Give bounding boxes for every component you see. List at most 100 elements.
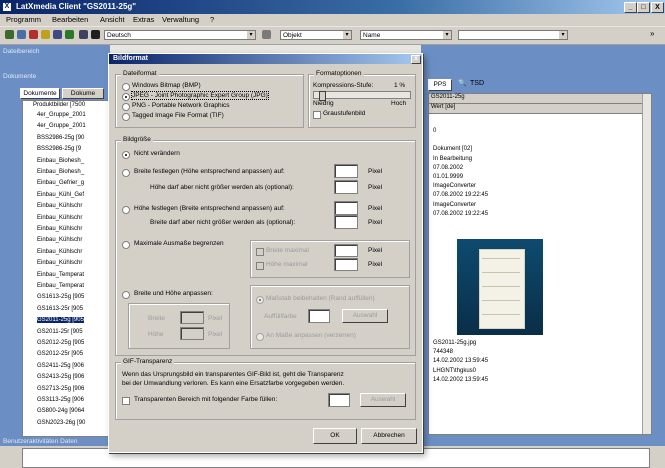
tree-item[interactable]: GS2011-25r [905 — [37, 329, 83, 335]
tree-item[interactable]: BSS2986-25g [9 — [37, 146, 81, 152]
transparent-color-field[interactable] — [328, 393, 350, 407]
image-icon[interactable] — [65, 30, 74, 39]
menu-help[interactable]: ? — [210, 15, 214, 24]
breite-maximal-checkbox[interactable] — [256, 248, 264, 256]
radio-breite-hoehe-anpassen[interactable] — [122, 291, 130, 299]
radio-bmp[interactable] — [122, 83, 130, 91]
connect-icon[interactable] — [5, 30, 14, 39]
tree-item[interactable]: GS2413-25g [906 — [37, 374, 84, 380]
tree-item[interactable]: Einbau_Kühlschr — [37, 215, 82, 221]
transparent-checkbox[interactable] — [122, 397, 130, 405]
auffuellfarbe-field[interactable] — [308, 309, 330, 323]
label-hoehe-maximal: Höhe maximal — [266, 261, 308, 268]
menu-ansicht[interactable]: Ansicht — [100, 15, 125, 24]
tree-item[interactable]: Einbau_Kühlschr — [37, 260, 82, 266]
kompression-slider[interactable] — [313, 91, 411, 101]
tree-root[interactable]: Produktbilder [7500 — [33, 102, 85, 108]
window-title: LatXmedia Client "GS2011-25g" — [16, 2, 137, 11]
tree-item[interactable]: GS1613-25r [905 — [37, 306, 83, 312]
pps-label: PPS — [433, 81, 447, 88]
tree-item[interactable]: GS2012-25r [905 — [37, 351, 83, 357]
anpassen-breite-field[interactable] — [180, 311, 204, 324]
breite-max-field[interactable] — [334, 215, 358, 229]
tree-item[interactable]: GS2011-25g [905 — [36, 316, 85, 325]
tree-item[interactable]: 4er_Gruppe_2001 — [37, 112, 86, 118]
name-select[interactable]: Name ▾ — [360, 30, 452, 40]
close-button[interactable]: X — [651, 2, 664, 13]
object-select[interactable]: Objekt ▾ — [280, 30, 352, 40]
refresh-icon[interactable] — [17, 30, 26, 39]
tree-item[interactable]: GSN2023-26g [90 — [37, 420, 85, 426]
menu-bearbeiten[interactable]: Bearbeiten — [52, 15, 88, 24]
breite-field[interactable] — [334, 164, 358, 178]
hoehe-max-field[interactable] — [334, 180, 358, 194]
kompression-value: 1 % — [394, 82, 406, 89]
search-select[interactable]: ▾ — [458, 30, 568, 40]
pixel-label-1: Pixel — [368, 168, 383, 175]
radio-an-masse[interactable] — [256, 333, 264, 341]
tree-item[interactable]: Einbau_Temperat — [37, 283, 84, 289]
label-nicht-veraendern: Nicht verändern — [134, 150, 180, 157]
document-tree[interactable]: Produktbilder [7500 4er_Gruppe_2001 4er_G… — [22, 100, 110, 437]
tree-item[interactable]: Einbau_Kühlschr — [37, 237, 82, 243]
radio-png[interactable] — [122, 103, 130, 111]
binoculars-icon[interactable] — [91, 30, 100, 39]
tree-item[interactable]: Einbau_Temperat — [37, 272, 84, 278]
anpassen-hoehe-field[interactable] — [180, 327, 204, 340]
language-select[interactable]: Deutsch ▾ — [104, 30, 256, 40]
breite-maximal-field[interactable] — [334, 244, 358, 257]
search-icon[interactable]: 🔍 — [458, 79, 467, 87]
tree-item[interactable]: 4er_Gruppe_2001 — [37, 123, 86, 129]
radio-breite-festlegen[interactable] — [122, 169, 130, 177]
hoehe-field[interactable] — [334, 201, 358, 215]
radio-max-ausmasse[interactable] — [122, 241, 130, 249]
minimize-button[interactable]: _ — [624, 2, 637, 13]
radio-jpeg[interactable] — [122, 93, 130, 101]
tree-item[interactable]: BSS2986-25g [90 — [37, 135, 84, 141]
tree-item[interactable]: GS800-24g [9064 — [37, 408, 84, 414]
grid-icon[interactable] — [79, 30, 88, 39]
tab-dokumente[interactable]: Dokumente — [20, 88, 60, 99]
menu-programm[interactable]: Programm — [6, 15, 41, 24]
save-icon[interactable] — [53, 30, 62, 39]
radio-massstab[interactable] — [256, 296, 264, 304]
toolbar-overflow-icon[interactable]: » — [650, 29, 654, 38]
tree-item[interactable]: GS2012-25g [905 — [37, 340, 84, 346]
tag-icon[interactable] — [41, 30, 50, 39]
tab-dokume[interactable]: Dokume — [62, 88, 104, 99]
tree-item[interactable]: GS3113-25g [906 — [37, 397, 84, 403]
tree-item[interactable]: GS2713-25g [906 — [37, 386, 84, 392]
abbrechen-button[interactable]: Abbrechen — [361, 428, 417, 444]
hoehe-maximal-field[interactable] — [334, 258, 358, 271]
maximize-button[interactable]: □ — [637, 2, 650, 13]
tree-item[interactable]: GS2411-25g [906 — [37, 363, 84, 369]
gif-text-1: Wenn das Ursprungsbild ein transparentes… — [122, 371, 344, 378]
app-icon: X — [3, 3, 11, 11]
tree-item[interactable]: Einbau_Kühlschr — [37, 249, 82, 255]
tree-item[interactable]: GS1613-25g [905 — [37, 294, 84, 300]
menu-extras[interactable]: Extras — [133, 15, 154, 24]
transparent-auswahl-button[interactable]: Auswahl — [360, 393, 406, 407]
tree-item[interactable]: Einbau_Biohesh_ — [37, 158, 84, 164]
label-tif: Tagged Image File Format (TIF) — [132, 112, 224, 119]
tree-item[interactable]: Einbau_Kühlschr — [37, 226, 82, 232]
property-pane: GS2011-25g Wert [de] 0 Dokument [02] In Be… — [428, 93, 652, 435]
hoehe-maximal-checkbox[interactable] — [256, 262, 264, 270]
radio-tif[interactable] — [122, 113, 130, 121]
scrollbar[interactable] — [642, 94, 651, 434]
graustufen-checkbox[interactable] — [313, 111, 321, 119]
dialog-close-button[interactable]: x — [411, 55, 421, 64]
pps-button[interactable]: PPS — [428, 79, 452, 91]
tree-item[interactable]: Einbau_Kühlschr — [37, 203, 82, 209]
tree-item[interactable]: Einbau_Gefrier_g — [37, 180, 84, 186]
cut-icon[interactable] — [29, 30, 38, 39]
filter-icon[interactable] — [262, 30, 271, 39]
ok-button[interactable]: OK — [313, 428, 357, 444]
tsd-label[interactable]: TSD — [470, 80, 484, 87]
menu-verwaltung[interactable]: Verwaltung — [162, 15, 199, 24]
auffuellfarbe-auswahl-button[interactable]: Auswahl — [342, 309, 388, 323]
tree-item[interactable]: Einbau_Kühl_Gef — [37, 192, 84, 198]
radio-hoehe-festlegen[interactable] — [122, 206, 130, 214]
tree-item[interactable]: Einbau_Biohesh_ — [37, 169, 84, 175]
radio-nicht-veraendern[interactable] — [122, 151, 130, 159]
